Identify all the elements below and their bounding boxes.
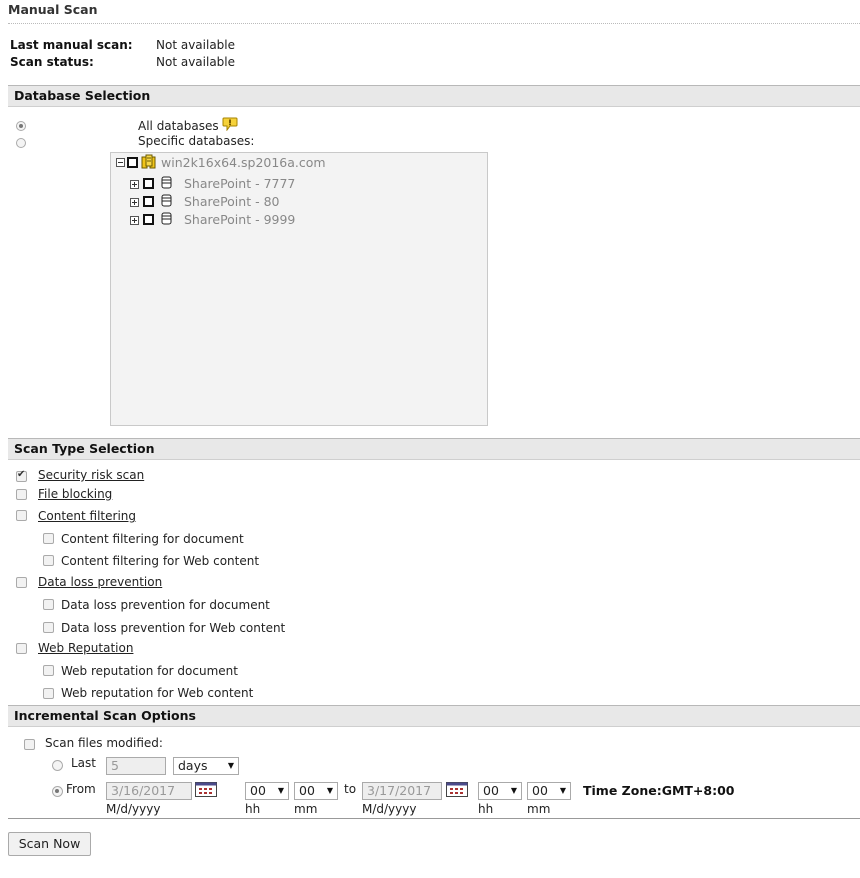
web-reputation-document-label: Web reputation for document [61, 664, 238, 678]
specific-databases-radio[interactable] [16, 138, 26, 148]
to-mm-hint: mm [527, 802, 551, 816]
content-filtering-document-checkbox[interactable] [43, 533, 54, 544]
server-icon [141, 154, 156, 169]
security-risk-scan-link[interactable]: Security risk scan [38, 468, 144, 482]
to-hour-value: 00 [483, 783, 499, 798]
last-unit-select[interactable]: days ▼ [173, 757, 239, 775]
from-minute-value: 00 [299, 783, 315, 798]
data-loss-prevention-link[interactable]: Data loss prevention [38, 575, 162, 589]
from-radio[interactable] [52, 786, 63, 797]
root-node-checkbox[interactable] [127, 157, 138, 168]
dlp-document-label: Data loss prevention for document [61, 598, 270, 612]
from-date-input[interactable]: 3/16/2017 [106, 782, 192, 800]
dropdown-arrow-icon: ▼ [277, 786, 284, 795]
dropdown-arrow-icon: ▼ [559, 786, 566, 795]
calendar-icon[interactable] [195, 782, 217, 797]
tree-root-label[interactable]: win2k16x64.sp2016a.com [161, 155, 326, 170]
dropdown-arrow-icon: ▼ [510, 786, 517, 795]
scan-status-value: Not available [156, 55, 236, 69]
content-filtering-web-label: Content filtering for Web content [61, 554, 260, 568]
all-databases-label: All databases [138, 117, 238, 133]
web-reputation-link[interactable]: Web Reputation [38, 641, 133, 655]
web-reputation-document-checkbox[interactable] [43, 665, 54, 676]
dropdown-arrow-icon: ▼ [227, 761, 234, 770]
hint-icon[interactable] [222, 117, 238, 132]
bottom-divider [8, 818, 860, 819]
web-reputation-web-label: Web reputation for Web content [61, 686, 254, 700]
title-divider [8, 23, 860, 24]
from-hh-hint: hh [245, 802, 261, 816]
last-radio[interactable] [52, 760, 63, 771]
from-label: From [66, 782, 96, 796]
last-label: Last [71, 756, 96, 770]
last-unit-value: days [178, 758, 208, 773]
expand-icon[interactable] [130, 198, 139, 207]
scan-status-label: Scan status: [10, 55, 94, 69]
from-hour-select[interactable]: 00 ▼ [245, 782, 289, 800]
web-reputation-web-checkbox[interactable] [43, 688, 54, 699]
content-filtering-checkbox[interactable] [16, 510, 27, 521]
expand-icon[interactable] [130, 180, 139, 189]
tree-child-label[interactable]: SharePoint - 9999 [184, 212, 295, 227]
database-icon [161, 194, 172, 207]
database-selection-header: Database Selection [8, 85, 860, 107]
file-blocking-checkbox[interactable] [16, 489, 27, 500]
content-filtering-web-checkbox[interactable] [43, 555, 54, 566]
last-manual-scan-label: Last manual scan: [10, 38, 133, 52]
from-mm-hint: mm [294, 802, 318, 816]
from-minute-select[interactable]: 00 ▼ [294, 782, 338, 800]
to-minute-select[interactable]: 00 ▼ [527, 782, 571, 800]
all-databases-radio[interactable] [16, 121, 26, 131]
dlp-document-checkbox[interactable] [43, 599, 54, 610]
file-blocking-link[interactable]: File blocking [38, 487, 112, 501]
to-date-input[interactable]: 3/17/2017 [362, 782, 442, 800]
last-manual-scan-value: Not available [156, 38, 236, 52]
expand-icon[interactable] [130, 216, 139, 225]
scan-files-modified-checkbox[interactable] [24, 739, 35, 750]
to-hh-hint: hh [478, 802, 494, 816]
collapse-icon[interactable] [116, 158, 125, 167]
data-loss-prevention-checkbox[interactable] [16, 577, 27, 588]
calendar-icon[interactable] [446, 782, 468, 797]
db-node-checkbox[interactable] [143, 196, 154, 207]
page-title: Manual Scan [8, 2, 98, 17]
timezone-label: Time Zone:GMT+8:00 [583, 783, 735, 798]
content-filtering-link[interactable]: Content filtering [38, 509, 136, 523]
tree-child-label[interactable]: SharePoint - 7777 [184, 176, 295, 191]
to-hour-select[interactable]: 00 ▼ [478, 782, 522, 800]
from-hour-value: 00 [250, 783, 266, 798]
database-icon [161, 212, 172, 225]
all-databases-text: All databases [138, 119, 219, 133]
dlp-web-checkbox[interactable] [43, 622, 54, 633]
specific-databases-label: Specific databases: [138, 134, 255, 148]
to-minute-value: 00 [532, 783, 548, 798]
scan-files-modified-label: Scan files modified: [45, 736, 163, 750]
scan-now-button[interactable]: Scan Now [8, 832, 91, 856]
content-filtering-document-label: Content filtering for document [61, 532, 244, 546]
security-risk-scan-checkbox[interactable] [16, 469, 27, 482]
scan-type-selection-header: Scan Type Selection [8, 438, 860, 460]
db-node-checkbox[interactable] [143, 178, 154, 189]
last-days-input[interactable]: 5 [106, 757, 166, 775]
db-node-checkbox[interactable] [143, 214, 154, 225]
dropdown-arrow-icon: ▼ [326, 786, 333, 795]
to-label: to [344, 782, 357, 796]
web-reputation-checkbox[interactable] [16, 643, 27, 654]
incremental-scan-options-header: Incremental Scan Options [8, 705, 860, 727]
to-date-format-hint: M/d/yyyy [362, 802, 417, 816]
tree-child-label[interactable]: SharePoint - 80 [184, 194, 279, 209]
database-icon [161, 176, 172, 189]
dlp-web-label: Data loss prevention for Web content [61, 621, 286, 635]
from-date-format-hint: M/d/yyyy [106, 802, 161, 816]
